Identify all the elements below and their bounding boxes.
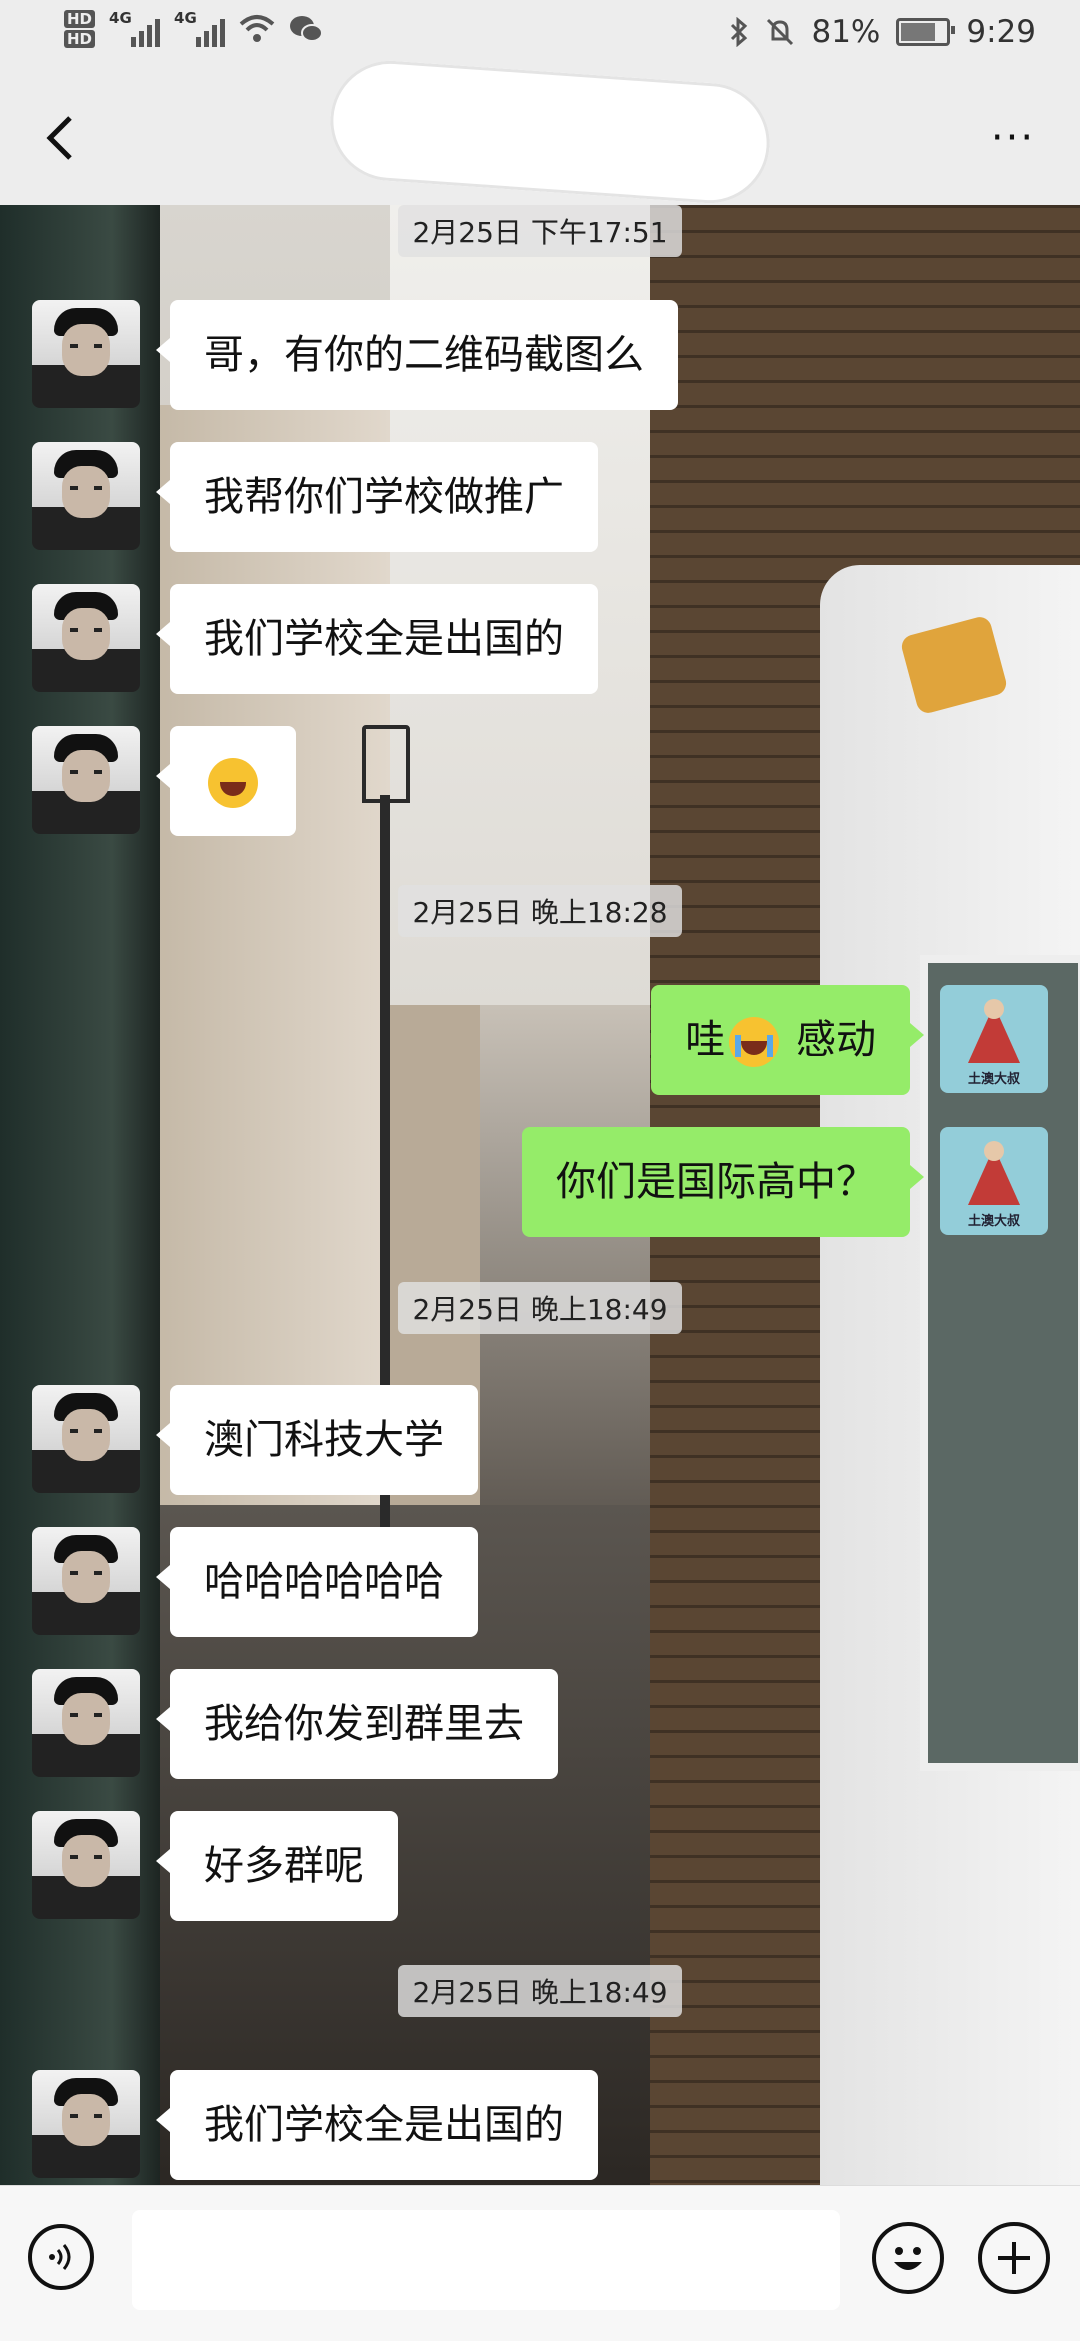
contact-avatar[interactable] — [32, 2070, 140, 2178]
sent-message[interactable]: 哇 感动 — [651, 985, 924, 1095]
contact-avatar[interactable] — [32, 1385, 140, 1493]
battery-icon — [896, 18, 956, 46]
timestamp: 2月25日 下午17:51 — [0, 205, 1080, 257]
plus-icon[interactable] — [978, 2222, 1050, 2294]
message-list[interactable]: 2月25日 下午17:51 哥，有你的二维码截图么 我帮你们学校做推广 我们学校… — [0, 205, 1080, 2185]
received-message[interactable]: 我给你发到群里去 — [156, 1669, 558, 1779]
status-bar: HD HD 4G 4G 81% 9:29 — [0, 0, 1080, 70]
message-input[interactable] — [132, 2210, 840, 2310]
emoji-icon[interactable] — [872, 2222, 944, 2294]
chat-header: F ··· — [0, 56, 1080, 208]
redaction-mark — [326, 56, 774, 208]
more-dots-icon[interactable]: ··· — [978, 106, 1048, 170]
received-message[interactable]: 我帮你们学校做推广 — [156, 442, 598, 552]
contact-avatar[interactable] — [32, 1811, 140, 1919]
timestamp: 2月25日 晚上18:28 — [0, 885, 1080, 937]
signal-icon-2: 4G — [174, 9, 226, 47]
received-message[interactable]: 哥，有你的二维码截图么 — [156, 300, 678, 410]
contact-avatar[interactable] — [32, 584, 140, 692]
received-message[interactable] — [156, 726, 296, 836]
received-message[interactable]: 我们学校全是出国的 — [156, 584, 598, 694]
timestamp: 2月25日 晚上18:49 — [0, 1282, 1080, 1334]
battery-percent: 81% — [811, 14, 881, 50]
input-bar — [0, 2185, 1080, 2341]
contact-avatar[interactable] — [32, 1669, 140, 1777]
received-message[interactable]: 好多群呢 — [156, 1811, 398, 1921]
mute-bell-icon — [767, 18, 794, 46]
my-avatar[interactable]: 土澳大叔 — [940, 985, 1048, 1093]
clock: 9:29 — [966, 14, 1036, 50]
contact-avatar[interactable] — [32, 300, 140, 408]
voice-icon[interactable] — [28, 2224, 94, 2290]
received-message[interactable]: 我们学校全是出国的 — [156, 2070, 598, 2180]
my-avatar[interactable]: 土澳大叔 — [940, 1127, 1048, 1235]
sent-message[interactable]: 你们是国际高中？ — [522, 1127, 924, 1237]
wifi-icon — [239, 15, 275, 42]
chevron-left-icon[interactable] — [32, 108, 92, 168]
received-message[interactable]: 澳门科技大学 — [156, 1385, 478, 1495]
timestamp: 2月25日 晚上18:49 — [0, 1965, 1080, 2017]
received-message[interactable]: 哈哈哈哈哈哈 — [156, 1527, 478, 1637]
contact-avatar[interactable] — [32, 1527, 140, 1635]
crying-emoji — [729, 1017, 780, 1067]
signal-icon: 4G — [109, 9, 161, 47]
laughing-tears-emoji — [208, 758, 258, 808]
contact-avatar[interactable] — [32, 726, 140, 834]
contact-avatar[interactable] — [32, 442, 140, 550]
wechat-icon — [290, 16, 324, 42]
bluetooth-icon — [731, 17, 748, 47]
hd-indicator: HD HD — [64, 8, 96, 50]
